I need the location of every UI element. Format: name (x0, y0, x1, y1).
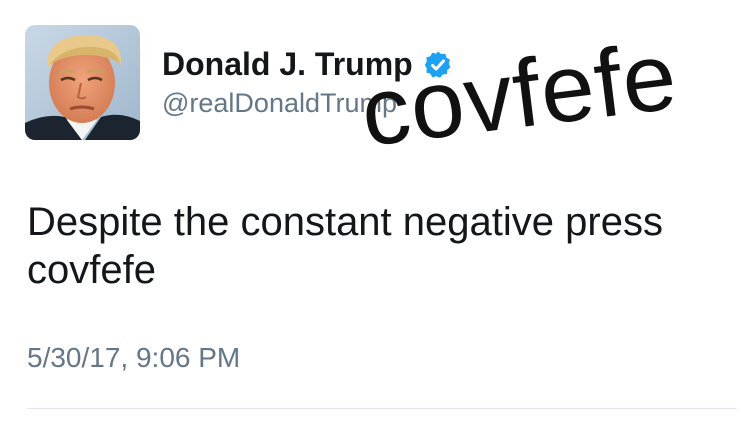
tweet-text: Despite the constant negative press covf… (27, 198, 742, 294)
divider (27, 408, 737, 409)
tweet-timestamp[interactable]: 5/30/17, 9:06 PM (27, 342, 240, 374)
tweet-text-line: covfefe (27, 248, 156, 292)
profile-photo-icon (25, 25, 140, 140)
tweet-text-line: Despite the constant negative press (27, 200, 663, 244)
avatar[interactable] (25, 25, 140, 140)
